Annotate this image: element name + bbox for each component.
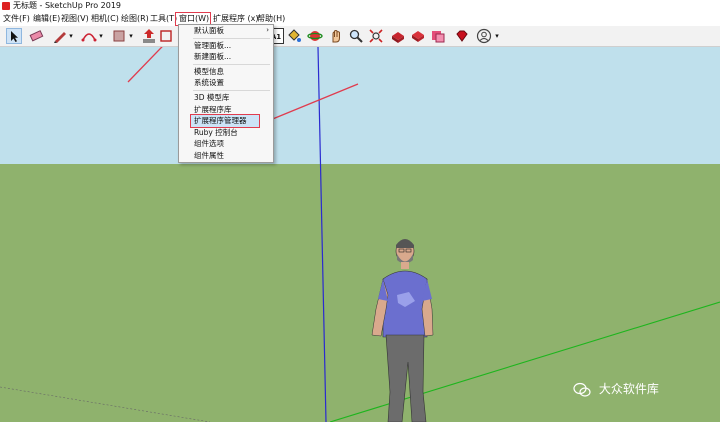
modeling-viewport[interactable] bbox=[0, 47, 720, 422]
menu-separator bbox=[193, 89, 270, 91]
menu-camera[interactable]: 相机(C) bbox=[91, 12, 119, 26]
menu-item-component-attributes[interactable]: 组件属性 bbox=[179, 150, 273, 162]
main-toolbar: ▾ ▾ ▾ A1 ▾ bbox=[0, 26, 720, 47]
sky bbox=[0, 47, 720, 164]
watermark: 大众软件库 bbox=[573, 378, 659, 400]
warehouse-icon[interactable] bbox=[390, 28, 406, 44]
account-icon[interactable] bbox=[476, 28, 492, 44]
pencil-tool-icon[interactable] bbox=[52, 28, 68, 44]
menu-file[interactable]: 文件(F) bbox=[3, 12, 30, 26]
extension-warehouse-icon[interactable] bbox=[410, 28, 426, 44]
watermark-text: 大众软件库 bbox=[598, 382, 659, 396]
wechat-icon bbox=[573, 382, 591, 397]
menu-tools[interactable]: 工具(T) bbox=[150, 12, 177, 26]
rectangle-tool-icon[interactable] bbox=[111, 28, 127, 44]
zoom-extents-icon[interactable] bbox=[368, 28, 384, 44]
window-menu-dropdown: 默认面板 › 管理面板... 新建面板... 模型信息 系统设置 3D 模型库 … bbox=[178, 24, 274, 163]
zoom-icon[interactable] bbox=[348, 28, 364, 44]
orbit-icon[interactable] bbox=[307, 28, 323, 44]
send-to-layout-icon[interactable] bbox=[430, 28, 446, 44]
pan-icon[interactable] bbox=[328, 28, 344, 44]
menu-item-3d-warehouse[interactable]: 3D 模型库 bbox=[179, 92, 273, 104]
paint-bucket-icon[interactable] bbox=[286, 28, 302, 44]
menu-bar: 文件(F) 编辑(E) 视图(V) 相机(C) 绘图(R) 工具(T) 窗口(W… bbox=[0, 12, 720, 27]
menu-item-extension-warehouse[interactable]: 扩展程序库 bbox=[179, 104, 273, 116]
menu-item-preferences[interactable]: 系统设置 bbox=[179, 77, 273, 89]
chevron-right-icon: › bbox=[266, 26, 269, 34]
menu-item-manage-trays[interactable]: 管理面板... bbox=[179, 40, 273, 52]
chevron-down-icon[interactable]: ▾ bbox=[67, 28, 75, 44]
chevron-down-icon[interactable]: ▾ bbox=[127, 28, 135, 44]
scale-tool-icon[interactable] bbox=[158, 28, 174, 44]
menu-item-default-tray[interactable]: 默认面板 › bbox=[179, 25, 273, 37]
ruby-gem-icon[interactable] bbox=[454, 28, 470, 44]
window-title: 无标题 - SketchUp Pro 2019 bbox=[13, 1, 121, 10]
arc-tool-icon[interactable] bbox=[81, 28, 97, 44]
menu-item-model-info[interactable]: 模型信息 bbox=[179, 66, 273, 78]
menu-separator bbox=[193, 63, 270, 65]
menu-item-ruby-console[interactable]: Ruby 控制台 bbox=[179, 127, 273, 139]
push-pull-tool-icon[interactable] bbox=[141, 28, 157, 44]
sketchup-app-icon bbox=[2, 2, 10, 10]
chevron-down-icon[interactable]: ▾ bbox=[97, 28, 105, 44]
menu-draw[interactable]: 绘图(R) bbox=[121, 12, 149, 26]
select-tool-icon[interactable] bbox=[6, 28, 22, 44]
menu-item-new-tray[interactable]: 新建面板... bbox=[179, 51, 273, 63]
menu-view[interactable]: 视图(V) bbox=[61, 12, 89, 26]
title-bar: 无标题 - SketchUp Pro 2019 bbox=[0, 0, 720, 12]
eraser-tool-icon[interactable] bbox=[28, 28, 44, 44]
chevron-down-icon[interactable]: ▾ bbox=[493, 28, 501, 44]
menu-separator bbox=[193, 37, 270, 39]
menu-edit[interactable]: 编辑(E) bbox=[33, 12, 60, 26]
menu-item-extension-manager[interactable]: 扩展程序管理器 bbox=[190, 114, 260, 128]
menu-item-component-options[interactable]: 组件选项 bbox=[179, 138, 273, 150]
